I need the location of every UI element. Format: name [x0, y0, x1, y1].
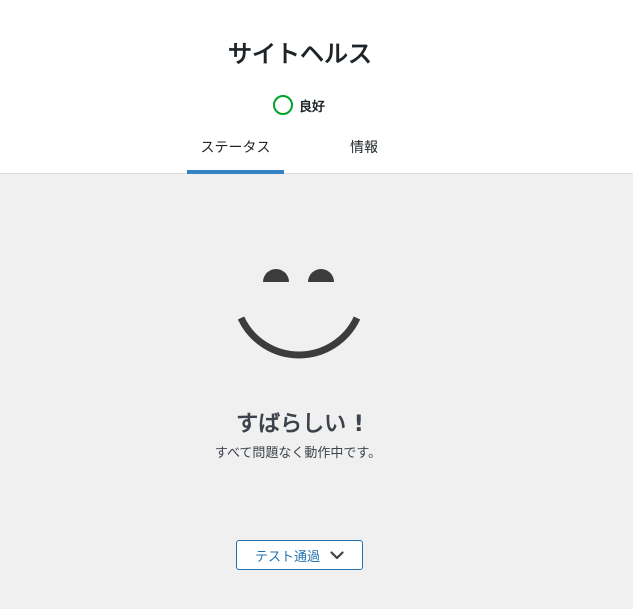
smiley-face-svg: [237, 269, 361, 359]
left-eye-icon: [263, 269, 289, 282]
site-health-header: サイトヘルス 良好 ステータス 情報: [0, 0, 633, 174]
tab-info[interactable]: 情報: [318, 132, 410, 174]
passed-tests-label: テスト通過: [254, 549, 320, 565]
tab-status[interactable]: ステータス: [187, 132, 284, 174]
page-title: サイトヘルス: [228, 40, 372, 68]
smile-mouth-icon: [237, 316, 361, 359]
chevron-down-icon: [330, 550, 344, 560]
tab-bar: ステータス 情報: [0, 132, 633, 174]
success-subtitle: すべて問題なく動作中です。: [214, 446, 382, 461]
smiley-face-icon: [230, 254, 370, 372]
status-label: 良好: [299, 99, 326, 115]
passed-tests-button[interactable]: テスト通過: [236, 540, 363, 570]
status-circle-icon: [273, 95, 293, 115]
success-title: すばらしい !: [236, 412, 364, 437]
health-status-indicator: 良好: [273, 94, 325, 116]
right-eye-icon: [308, 269, 334, 282]
